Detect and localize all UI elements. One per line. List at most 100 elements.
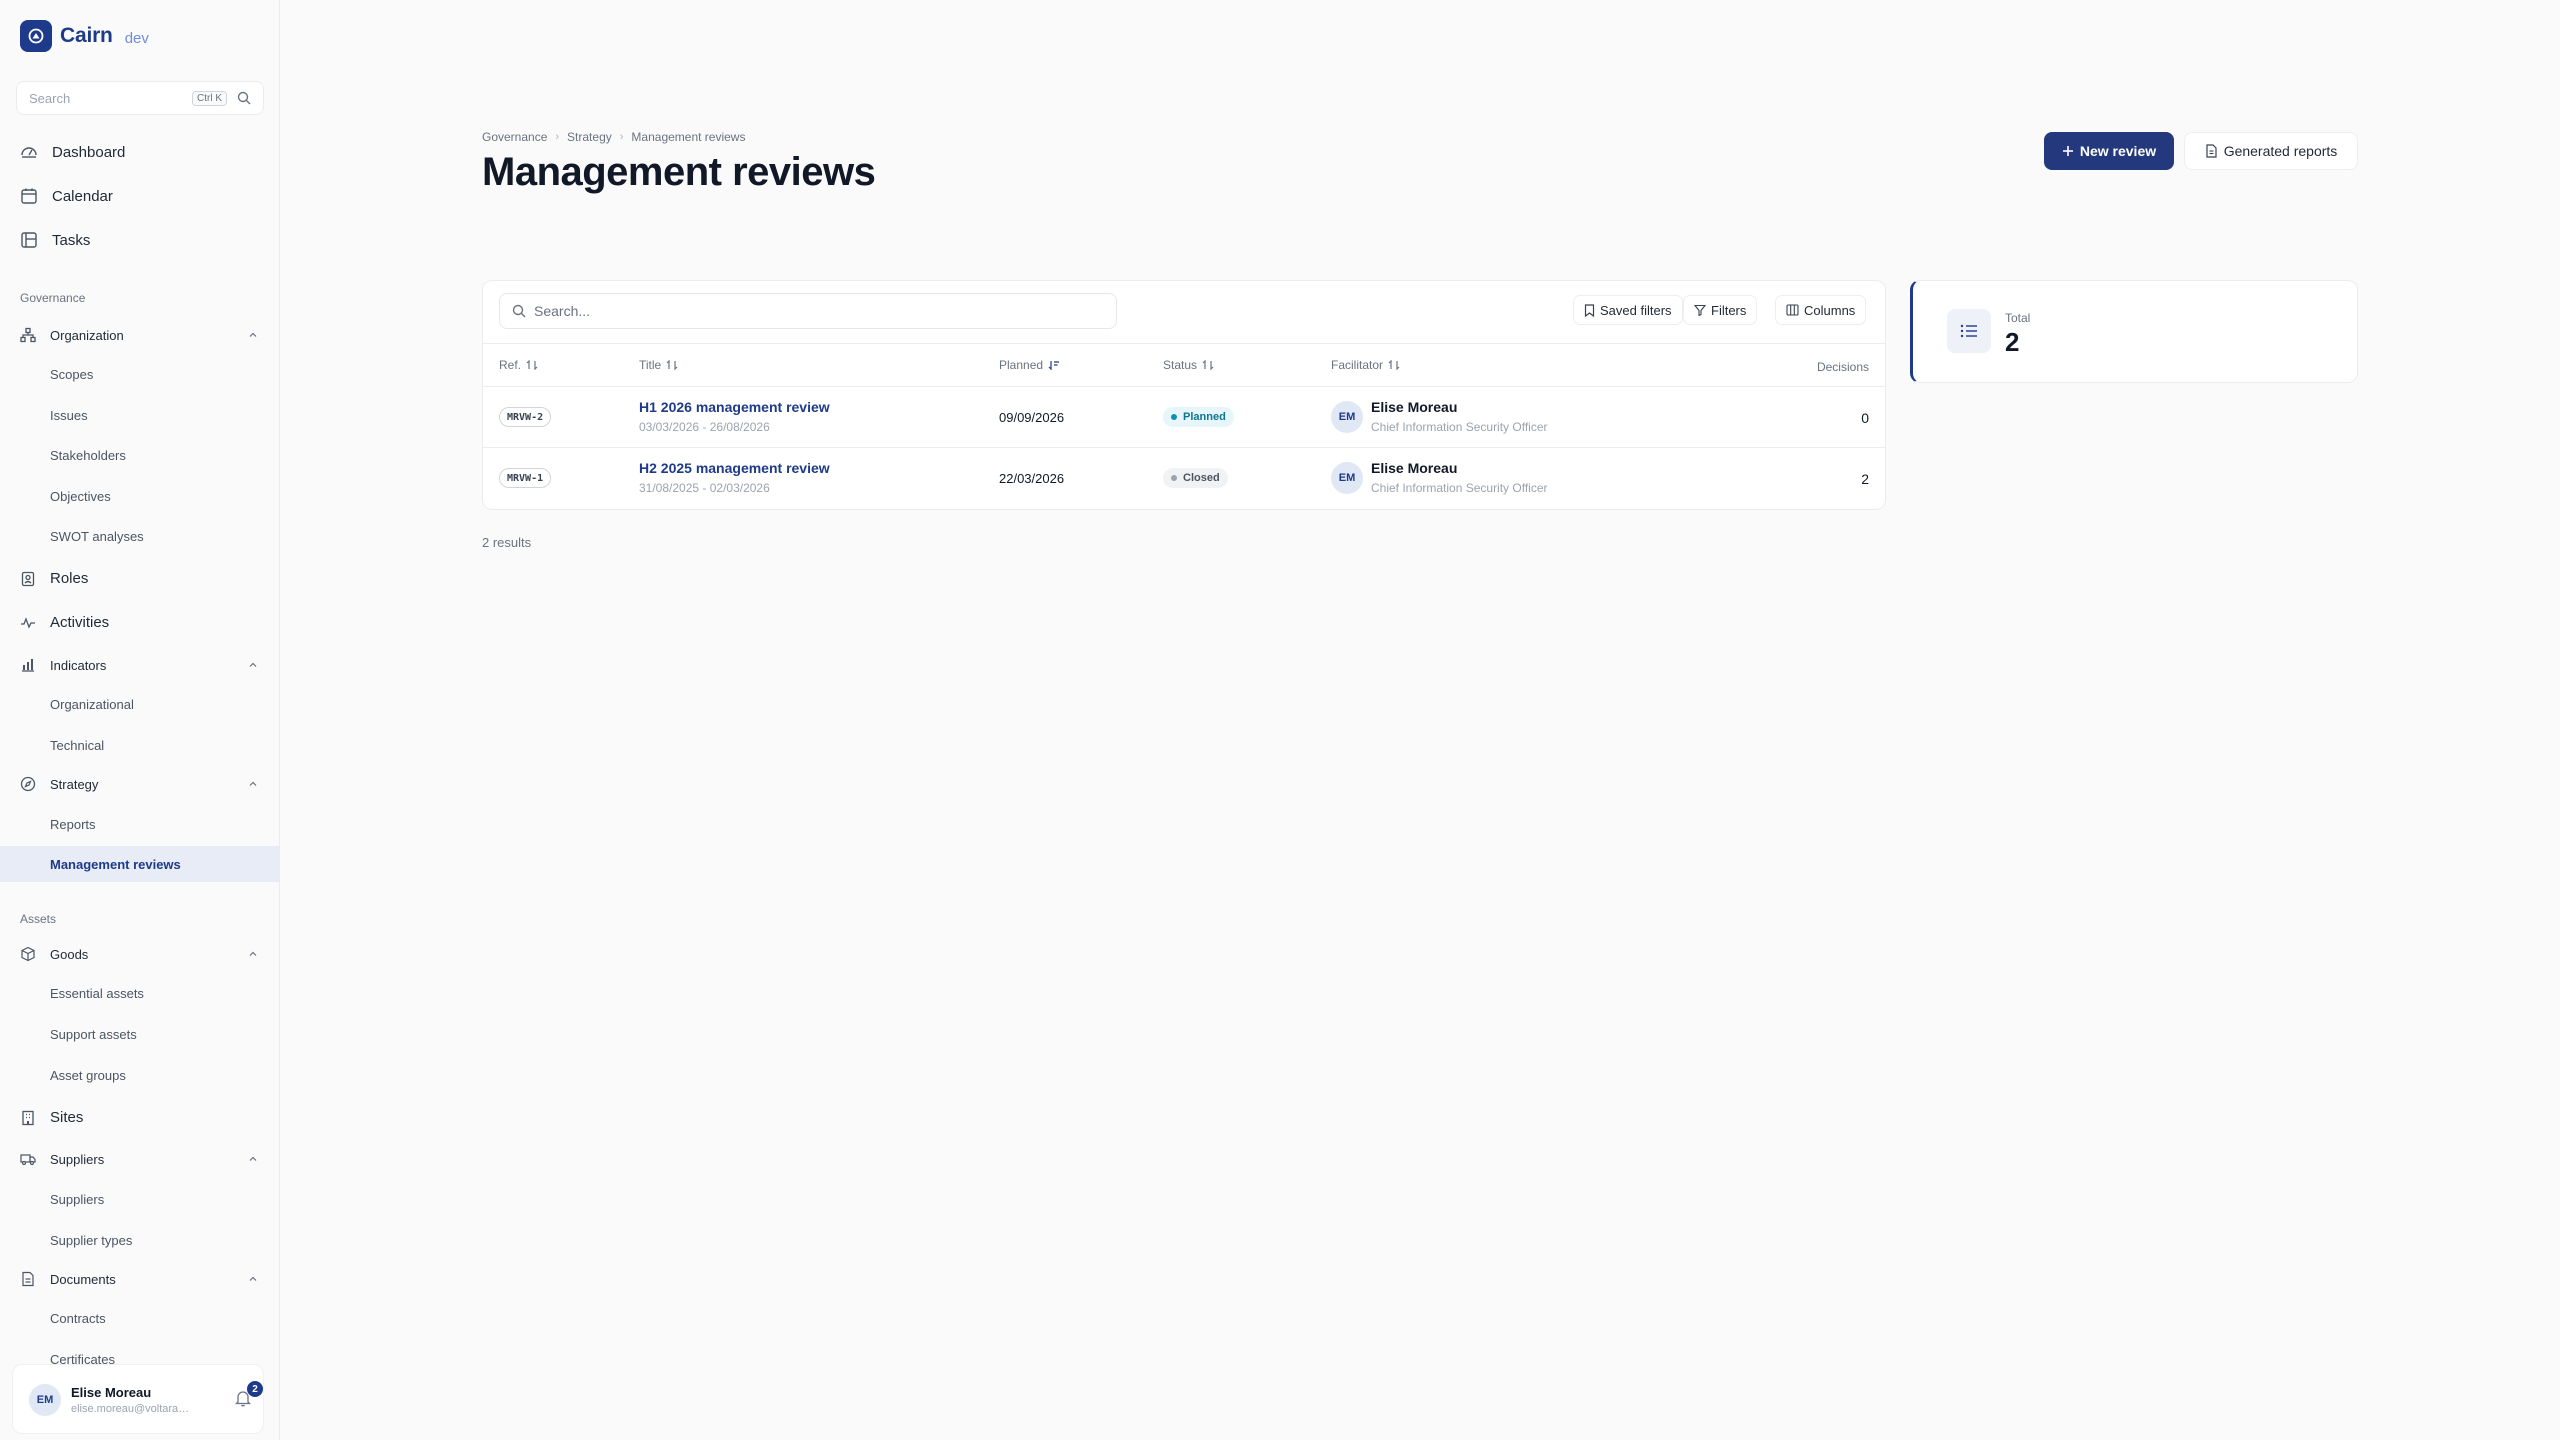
user-menu[interactable]: EM Elise Moreau elise.moreau@voltara.exa… bbox=[12, 1364, 264, 1434]
chevron-up-icon[interactable] bbox=[248, 1154, 258, 1164]
breadcrumb-item-strategy[interactable]: Strategy bbox=[567, 130, 612, 144]
sidebar-item-tasks[interactable]: Tasks bbox=[20, 231, 90, 249]
plus-icon bbox=[2062, 146, 2073, 156]
chevron-up-icon[interactable] bbox=[248, 1274, 258, 1284]
sidebar: Cairn dev Search Ctrl K Dashboard Calend… bbox=[0, 0, 280, 1440]
sidebar-item-contracts[interactable]: Contracts bbox=[50, 1311, 106, 1326]
review-title-link[interactable]: H1 2026 management review bbox=[639, 399, 830, 415]
sidebar-item-label: Suppliers bbox=[50, 1151, 105, 1167]
column-header-planned[interactable]: Planned bbox=[999, 358, 1060, 372]
breadcrumb-item-governance[interactable]: Governance bbox=[482, 130, 547, 144]
sidebar-item-documents[interactable]: Documents bbox=[20, 1271, 116, 1287]
sidebar-item-asset-groups[interactable]: Asset groups bbox=[50, 1068, 126, 1083]
truck-icon bbox=[20, 1154, 36, 1166]
section-label-governance: Governance bbox=[20, 291, 86, 305]
sort-icon bbox=[1202, 360, 1214, 370]
column-header-ref[interactable]: Ref. bbox=[499, 358, 538, 372]
filters-button[interactable]: Filters bbox=[1683, 295, 1758, 325]
filters-label: Filters bbox=[1711, 302, 1747, 318]
compass-icon bbox=[20, 776, 36, 792]
sidebar-item-indicators[interactable]: Indicators bbox=[20, 657, 106, 673]
column-header-facilitator[interactable]: Facilitator bbox=[1331, 358, 1400, 372]
total-stat-card: Total 2 bbox=[1910, 280, 2358, 383]
bar-chart-icon bbox=[22, 659, 34, 672]
sidebar-item-scopes[interactable]: Scopes bbox=[50, 367, 93, 382]
sidebar-item-support-assets[interactable]: Support assets bbox=[50, 1027, 137, 1042]
facilitator-role: Chief Information Security Officer bbox=[1371, 481, 1548, 495]
organization-icon bbox=[20, 327, 36, 343]
generated-reports-button[interactable]: Generated reports bbox=[2184, 132, 2358, 170]
search-icon bbox=[512, 304, 526, 318]
section-label-assets: Assets bbox=[20, 912, 57, 926]
columns-button[interactable]: Columns bbox=[1775, 295, 1867, 325]
dashboard-icon bbox=[21, 147, 37, 158]
sidebar-item-reports[interactable]: Reports bbox=[50, 817, 96, 832]
chevron-up-icon[interactable] bbox=[248, 949, 258, 959]
tasks-icon bbox=[21, 232, 37, 248]
sort-icon bbox=[1388, 360, 1400, 370]
table-row[interactable]: MRVW-1 H2 2025 management review 31/08/2… bbox=[483, 448, 1885, 509]
sidebar-item-objectives[interactable]: Objectives bbox=[50, 489, 111, 504]
page-title: Management reviews bbox=[482, 150, 876, 194]
sidebar-item-suppliers-group[interactable]: Suppliers bbox=[20, 1151, 104, 1167]
file-text-icon bbox=[2206, 144, 2217, 158]
column-label: Title bbox=[639, 358, 662, 372]
new-review-button[interactable]: New review bbox=[2044, 132, 2174, 170]
chevron-up-icon[interactable] bbox=[248, 660, 258, 670]
sidebar-item-strategy[interactable]: Strategy bbox=[20, 776, 98, 792]
table-row[interactable]: MRVW-2 H1 2026 management review 03/03/2… bbox=[483, 387, 1885, 448]
column-header-title[interactable]: Title bbox=[639, 358, 678, 372]
column-label: Status bbox=[1163, 358, 1198, 372]
user-name: Elise Moreau bbox=[71, 1385, 152, 1400]
sidebar-item-swot-analyses[interactable]: SWOT analyses bbox=[50, 529, 144, 544]
chevron-up-icon[interactable] bbox=[248, 779, 258, 789]
planned-date: 09/09/2026 bbox=[999, 410, 1065, 425]
sidebar-item-issues[interactable]: Issues bbox=[50, 408, 88, 423]
sidebar-item-calendar[interactable]: Calendar bbox=[20, 187, 113, 205]
columns-icon bbox=[1786, 304, 1799, 316]
sidebar-item-label: Indicators bbox=[50, 657, 107, 673]
table-header: Ref. Title Planned Status Facilitator De… bbox=[483, 343, 1885, 387]
sidebar-item-roles[interactable]: Roles bbox=[20, 570, 88, 587]
columns-label: Columns bbox=[1804, 302, 1856, 318]
new-review-label: New review bbox=[2079, 143, 2157, 159]
cairn-logo-icon bbox=[20, 20, 52, 52]
column-label: Ref. bbox=[499, 358, 522, 372]
status-badge: Planned bbox=[1163, 407, 1234, 427]
brand[interactable]: Cairn dev bbox=[20, 20, 149, 52]
sidebar-item-label: Documents bbox=[50, 1271, 116, 1287]
activity-icon bbox=[21, 616, 35, 629]
sidebar-item-essential-assets[interactable]: Essential assets bbox=[50, 986, 144, 1001]
decisions-count: 0 bbox=[1861, 410, 1869, 426]
sidebar-item-supplier-types[interactable]: Supplier types bbox=[50, 1233, 132, 1248]
sidebar-item-organizational[interactable]: Organizational bbox=[50, 697, 134, 712]
ref-badge: MRVW-2 bbox=[499, 407, 552, 427]
table-search-input[interactable]: Search... bbox=[499, 293, 1117, 329]
bookmark-icon bbox=[1584, 303, 1595, 317]
sidebar-item-management-reviews[interactable]: Management reviews bbox=[50, 857, 181, 872]
sidebar-item-sites[interactable]: Sites bbox=[20, 1109, 83, 1126]
sidebar-item-technical[interactable]: Technical bbox=[50, 738, 104, 753]
search-shortcut: Ctrl K bbox=[192, 90, 227, 106]
sidebar-item-label: Tasks bbox=[52, 231, 91, 249]
decisions-count: 2 bbox=[1861, 471, 1869, 487]
sort-icon bbox=[666, 360, 678, 370]
sidebar-item-suppliers[interactable]: Suppliers bbox=[50, 1192, 104, 1207]
sidebar-item-stakeholders[interactable]: Stakeholders bbox=[50, 448, 126, 463]
breadcrumb: Governance › Strategy › Management revie… bbox=[482, 130, 745, 144]
sidebar-item-organization[interactable]: Organization bbox=[20, 327, 124, 343]
column-header-status[interactable]: Status bbox=[1163, 358, 1214, 372]
sidebar-item-activities[interactable]: Activities bbox=[20, 614, 109, 631]
sidebar-item-dashboard[interactable]: Dashboard bbox=[20, 143, 125, 161]
sidebar-item-label: Dashboard bbox=[52, 143, 126, 161]
sidebar-item-goods[interactable]: Goods bbox=[20, 946, 88, 962]
chevron-up-icon[interactable] bbox=[248, 330, 258, 340]
review-title-link[interactable]: H2 2025 management review bbox=[639, 460, 830, 476]
status-dot-icon bbox=[1171, 414, 1177, 420]
brand-env: dev bbox=[124, 29, 149, 47]
saved-filters-button[interactable]: Saved filters bbox=[1573, 295, 1683, 325]
sidebar-search-input[interactable]: Search Ctrl K bbox=[16, 81, 264, 115]
stat-value: 2 bbox=[2005, 327, 2020, 357]
facilitator-name: Elise Moreau bbox=[1371, 399, 1458, 415]
status-label: Planned bbox=[1183, 411, 1226, 423]
